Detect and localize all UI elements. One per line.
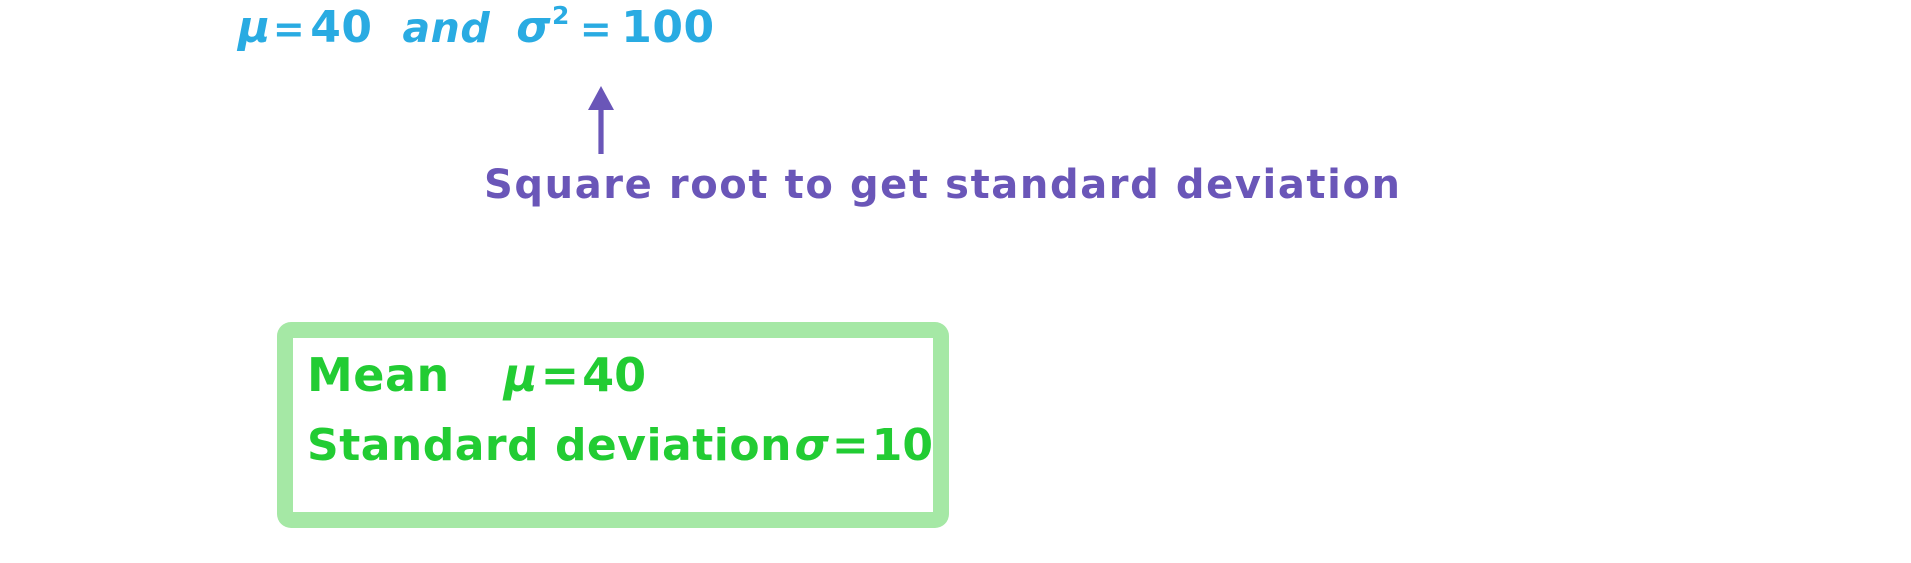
whiteboard-canvas: μ = 40 and σ2 = 100 Square root to get standar… xyxy=(0,0,1911,563)
sigma-glyph: σ xyxy=(516,2,551,53)
annotation-text: Square root to get standard deviation xyxy=(484,162,1402,208)
summary-mean-symbol: μ xyxy=(503,348,538,402)
summary-box: Mean μ = 40 Standard deviation σ = 10 xyxy=(277,322,949,528)
summary-mean-equals: = xyxy=(540,348,580,402)
conjunction-and: and xyxy=(402,4,491,52)
equation-line: μ = 40 and σ2 = 100 xyxy=(238,1,715,53)
summary-sd-label: Standard deviation xyxy=(307,420,792,471)
variance-symbol: σ2 xyxy=(516,1,570,53)
mean-symbol: μ xyxy=(238,2,271,53)
arrow-up-icon xyxy=(586,84,616,154)
summary-mean-value: 40 xyxy=(582,348,647,402)
summary-row-standard-deviation: Standard deviation σ = 10 xyxy=(307,424,933,468)
summary-mean-label: Mean xyxy=(307,348,450,402)
summary-box-content: Mean μ = 40 Standard deviation σ = 10 xyxy=(293,338,933,512)
variance-equals-sign: = xyxy=(579,7,613,51)
mean-equals-sign: = xyxy=(272,7,306,51)
mean-value: 40 xyxy=(310,2,373,53)
summary-sd-value: 10 xyxy=(871,420,933,471)
summary-sd-symbol: σ xyxy=(794,420,829,471)
variance-exponent: 2 xyxy=(551,1,570,30)
variance-value: 100 xyxy=(621,2,715,53)
summary-row-mean: Mean μ = 40 xyxy=(307,352,933,398)
summary-sd-equals: = xyxy=(831,420,869,471)
